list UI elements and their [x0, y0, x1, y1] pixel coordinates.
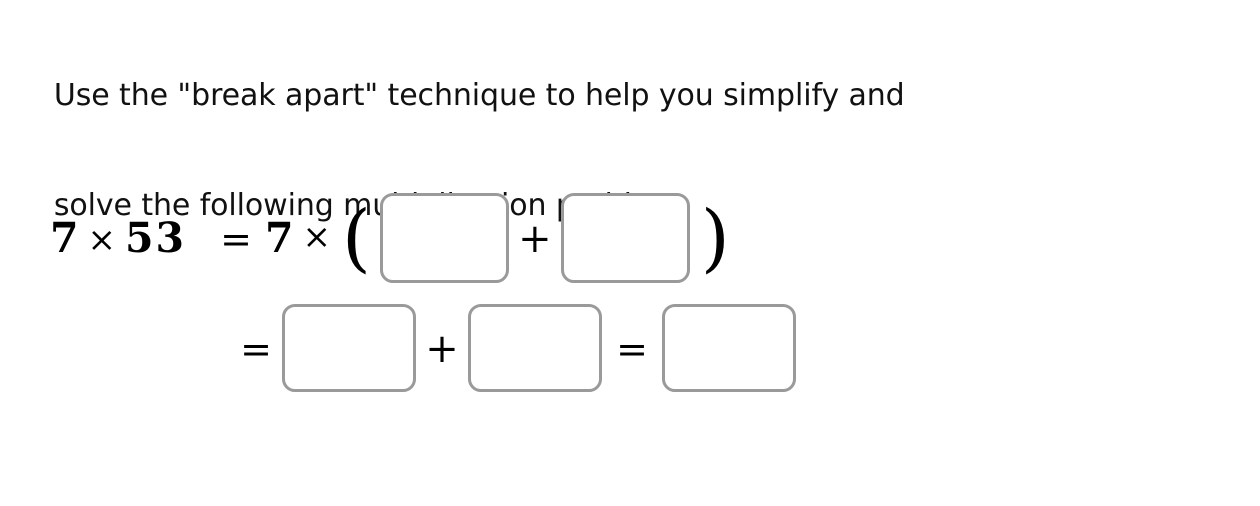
lhs-first-factor: 7: [50, 214, 81, 262]
row2-equals-symbol-1: =: [240, 327, 272, 371]
row1-plus-symbol: +: [518, 216, 552, 262]
answer-box-row2-2[interactable]: [468, 304, 602, 392]
answer-box-row2-3[interactable]: [662, 304, 796, 392]
instruction-line-1: Use the "break apart" technique to help …: [53, 77, 905, 113]
equation-row-1: 7 × 53 = 7 × ( + ): [0, 178, 730, 298]
row1-equals-symbol: =: [220, 217, 252, 261]
lhs-second-factor: 53: [125, 214, 187, 262]
answer-box-row1-1[interactable]: [379, 193, 509, 283]
lhs-times-symbol: ×: [87, 220, 119, 260]
rhs-times-symbol: ×: [302, 217, 331, 257]
lhs-expression: 7 × 53: [50, 214, 186, 262]
math-problem-area: 7 × 53 = 7 × ( + ) = + =: [0, 160, 1260, 440]
answer-box-row2-1[interactable]: [282, 304, 416, 392]
open-paren: (: [341, 195, 371, 282]
row2-plus-symbol: +: [425, 326, 459, 372]
row2-equals-symbol-2: =: [616, 327, 648, 371]
close-paren: ): [700, 195, 730, 282]
equation-row-2: = + =: [0, 288, 796, 408]
answer-box-row1-2[interactable]: [560, 193, 690, 283]
rhs-factor: 7: [264, 214, 294, 262]
